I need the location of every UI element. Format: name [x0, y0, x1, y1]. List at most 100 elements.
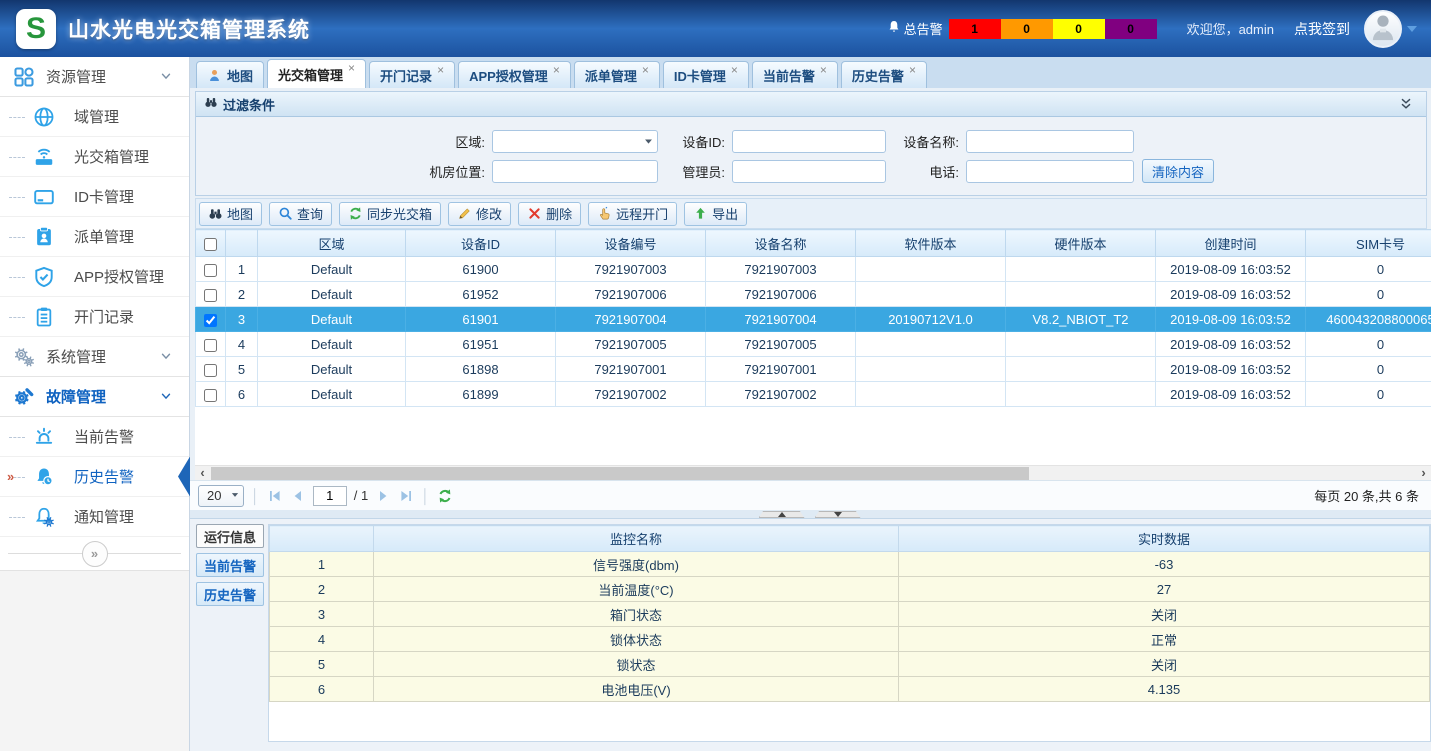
sidebar-collapse-button[interactable]: » — [82, 541, 108, 567]
splitter-up-handle[interactable] — [759, 511, 805, 518]
row-number: 5 — [270, 652, 374, 677]
tab-7[interactable]: 历史告警× — [841, 61, 927, 88]
tab-6[interactable]: 当前告警× — [752, 61, 838, 88]
monitor-row-4[interactable]: 4锁体状态正常 — [270, 627, 1430, 652]
table-row-1[interactable]: 1Default61900792190700379219070032019-08… — [196, 257, 1431, 282]
refresh-icon[interactable] — [437, 488, 453, 504]
close-icon[interactable]: × — [820, 64, 827, 76]
close-icon[interactable]: × — [437, 64, 444, 76]
table-row-2[interactable]: 2Default61952792190700679219070062019-08… — [196, 282, 1431, 307]
monitor-row-2[interactable]: 2当前温度(°C)27 — [270, 577, 1430, 602]
bottom-tab-2[interactable]: 历史告警 — [196, 582, 264, 606]
cell-device_name: 7921907001 — [706, 357, 856, 382]
column-header[interactable]: SIM卡号 — [1306, 230, 1431, 257]
close-icon[interactable]: × — [731, 64, 738, 76]
row-checkbox[interactable] — [204, 364, 217, 377]
toolbar-button-4[interactable]: 删除 — [518, 202, 581, 226]
monitor-row-6[interactable]: 6电池电压(V)4.135 — [270, 677, 1430, 702]
alarm-count-0[interactable]: 1 — [949, 19, 1001, 39]
tab-0[interactable]: 地图 — [196, 61, 264, 88]
column-header[interactable]: 创建时间 — [1156, 230, 1306, 257]
first-page-icon[interactable] — [267, 488, 283, 504]
filter-input[interactable] — [492, 160, 658, 183]
page-number-input[interactable] — [313, 486, 347, 506]
sidebar-item-2-2[interactable]: 通知管理 — [0, 497, 189, 537]
monitor-row-1[interactable]: 1信号强度(dbm)-63 — [270, 552, 1430, 577]
row-checkbox[interactable] — [204, 264, 217, 277]
sidebar-item-0-2[interactable]: ID卡管理 — [0, 177, 189, 217]
signin-link[interactable]: 点我签到 — [1294, 19, 1350, 39]
row-checkbox[interactable] — [204, 389, 217, 402]
page-size-select[interactable]: 20 — [198, 485, 244, 507]
toolbar-button-0[interactable]: 地图 — [199, 202, 262, 226]
toolbar-button-1[interactable]: 查询 — [269, 202, 332, 226]
scrollbar-thumb[interactable] — [211, 467, 1029, 480]
close-icon[interactable]: × — [642, 64, 649, 76]
filter-input[interactable] — [966, 130, 1134, 153]
alarm-count-1[interactable]: 0 — [1001, 19, 1053, 39]
close-icon[interactable]: × — [348, 62, 355, 74]
bottom-tab-1[interactable]: 当前告警 — [196, 553, 264, 577]
cell-sw — [856, 382, 1006, 407]
column-header[interactable]: 设备ID — [406, 230, 556, 257]
select-all-checkbox[interactable] — [204, 238, 217, 251]
table-row-5[interactable]: 5Default61898792190700179219070012019-08… — [196, 357, 1431, 382]
column-header[interactable]: 软件版本 — [856, 230, 1006, 257]
sidebar-item-0-4[interactable]: APP授权管理 — [0, 257, 189, 297]
filter-input[interactable] — [732, 130, 886, 153]
region-select[interactable] — [492, 130, 658, 153]
close-icon[interactable]: × — [909, 64, 916, 76]
tab-5[interactable]: ID卡管理× — [663, 61, 749, 88]
monitor-row-3[interactable]: 3箱门状态关闭 — [270, 602, 1430, 627]
next-page-icon[interactable] — [375, 488, 391, 504]
sidebar-item-2-0[interactable]: 当前告警 — [0, 417, 189, 457]
filter-input[interactable] — [966, 160, 1134, 183]
toolbar-button-3[interactable]: 修改 — [448, 202, 511, 226]
monitor-row-5[interactable]: 5锁状态关闭 — [270, 652, 1430, 677]
column-header[interactable]: 区域 — [258, 230, 406, 257]
bottom-tab-0[interactable]: 运行信息 — [196, 524, 264, 548]
row-checkbox[interactable] — [204, 339, 217, 352]
chevron-down-icon[interactable] — [1407, 26, 1417, 32]
toolbar-button-6[interactable]: 导出 — [684, 202, 747, 226]
sidebar-item-0-0[interactable]: 域管理 — [0, 97, 189, 137]
double-chevron-down-icon[interactable] — [1398, 96, 1414, 112]
tab-2[interactable]: 开门记录× — [369, 61, 455, 88]
sidebar-item-0-3[interactable]: 派单管理 — [0, 217, 189, 257]
sidebar-item-2-1[interactable]: »历史告警 — [0, 457, 189, 497]
scroll-right-icon[interactable]: › — [1416, 466, 1431, 481]
clear-button[interactable]: 清除内容 — [1142, 159, 1214, 183]
column-header[interactable]: 设备名称 — [706, 230, 856, 257]
prev-page-icon[interactable] — [290, 488, 306, 504]
clipboard-user-icon — [33, 226, 55, 248]
alarm-count-3[interactable]: 0 — [1105, 19, 1157, 39]
table-row-6[interactable]: 6Default61899792190700279219070022019-08… — [196, 382, 1431, 407]
filter-input[interactable] — [732, 160, 886, 183]
table-row-3[interactable]: 3Default61901792190700479219070042019071… — [196, 307, 1431, 332]
sidebar-section-0[interactable]: 资源管理 — [0, 57, 189, 97]
scroll-left-icon[interactable]: ‹ — [195, 466, 210, 481]
alarm-summary[interactable]: 总告警 1000 — [886, 19, 1157, 39]
sidebar-section-2[interactable]: 故障管理 — [0, 377, 189, 417]
last-page-icon[interactable] — [398, 488, 414, 504]
column-header[interactable]: 硬件版本 — [1006, 230, 1156, 257]
avatar[interactable] — [1364, 10, 1402, 48]
tab-4[interactable]: 派单管理× — [574, 61, 660, 88]
sidebar-section-1[interactable]: 系统管理 — [0, 337, 189, 377]
toolbar-button-5[interactable]: 远程开门 — [588, 202, 677, 226]
filter-header[interactable]: 过滤条件 — [196, 92, 1426, 117]
row-checkbox[interactable] — [204, 314, 217, 327]
alarm-count-2[interactable]: 0 — [1053, 19, 1105, 39]
sidebar-item-0-1[interactable]: 光交箱管理 — [0, 137, 189, 177]
tab-3[interactable]: APP授权管理× — [458, 61, 571, 88]
tab-1[interactable]: 光交箱管理× — [267, 59, 366, 88]
close-icon[interactable]: × — [553, 64, 560, 76]
row-checkbox[interactable] — [204, 289, 217, 302]
splitter-down-handle[interactable] — [815, 511, 861, 518]
toolbar-button-2[interactable]: 同步光交箱 — [339, 202, 441, 226]
sidebar-item-0-5[interactable]: 开门记录 — [0, 297, 189, 337]
column-header[interactable]: 设备编号 — [556, 230, 706, 257]
app-title: 山水光电光交箱管理系统 — [68, 14, 310, 44]
table-row-4[interactable]: 4Default61951792190700579219070052019-08… — [196, 332, 1431, 357]
horizontal-scrollbar[interactable]: ‹ › — [195, 465, 1431, 480]
